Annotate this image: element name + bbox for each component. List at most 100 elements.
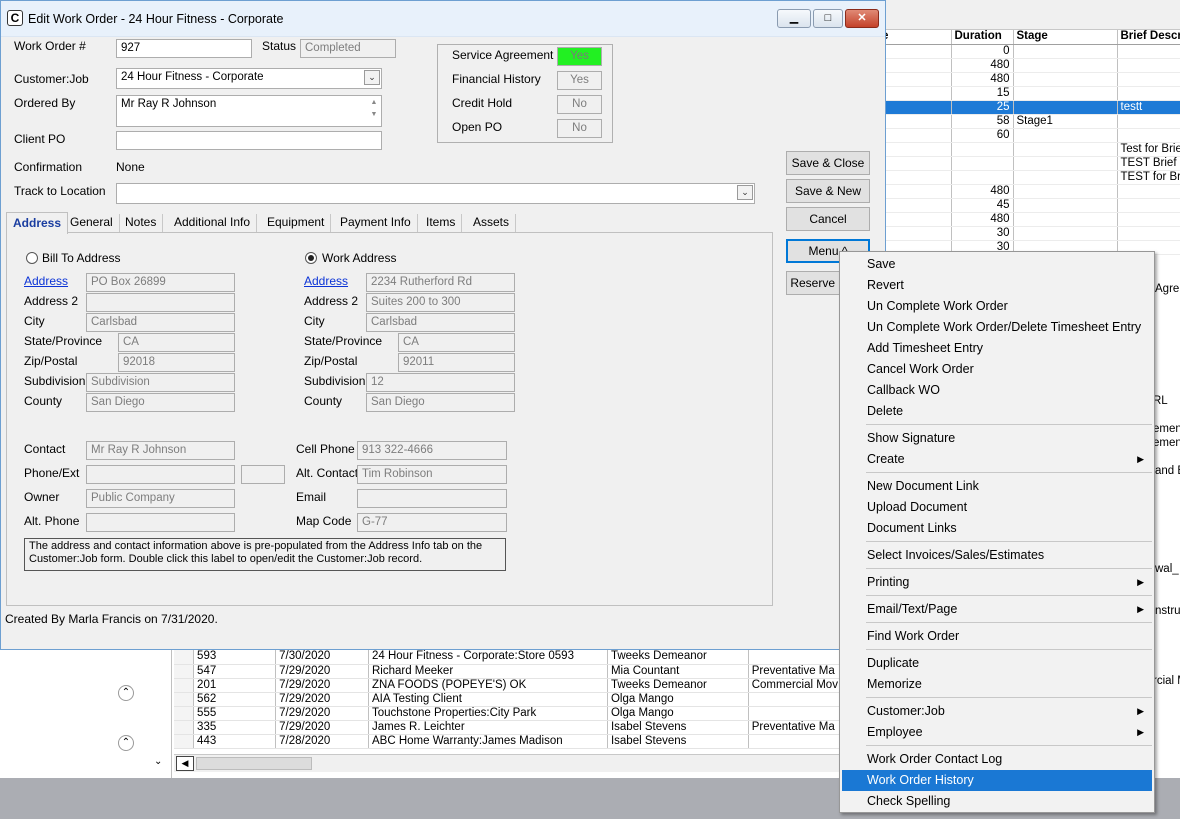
menu-item-employee[interactable]: Employee ▶: [842, 722, 1152, 743]
menu-item-memorize[interactable]: Memorize: [842, 674, 1152, 695]
chevron-down-icon[interactable]: ⌄: [364, 70, 380, 85]
cancel-button[interactable]: Cancel: [786, 207, 870, 231]
work-address-link[interactable]: Address: [304, 274, 348, 288]
menu-item-label: Customer:Job: [867, 704, 945, 718]
grid-row[interactable]: Test for Brief: [879, 142, 1180, 157]
address-info-note[interactable]: The address and contact information abov…: [24, 538, 506, 571]
bill-address-link[interactable]: Address: [24, 274, 68, 288]
collapse-icon[interactable]: ⌃: [118, 685, 134, 701]
ordered-by-field[interactable]: Mr Ray R Johnson ▲ ▼: [116, 95, 382, 127]
row-header[interactable]: [174, 678, 195, 693]
tab-items[interactable]: Items: [420, 214, 463, 232]
row-header[interactable]: [174, 720, 195, 735]
chevron-down-icon[interactable]: ⌄: [154, 756, 162, 767]
menu-item-check-spelling[interactable]: Check Spelling: [842, 791, 1152, 812]
menu-item-email-text-page[interactable]: Email/Text/Page ▶: [842, 599, 1152, 620]
menu-item-work-order-contact-log[interactable]: Work Order Contact Log: [842, 749, 1152, 770]
tab-assets[interactable]: Assets: [467, 214, 517, 232]
row-header[interactable]: [174, 650, 195, 665]
grid-row[interactable]: 15: [879, 86, 1180, 101]
close-button[interactable]: ✕: [845, 9, 879, 28]
menu-item-duplicate[interactable]: Duplicate: [842, 653, 1152, 674]
save-close-button[interactable]: Save & Close: [786, 151, 870, 175]
horizontal-scrollbar[interactable]: ◀: [174, 754, 842, 772]
scroll-left-icon[interactable]: ◀: [176, 756, 194, 771]
tab-general[interactable]: General: [64, 214, 120, 232]
collapse-icon[interactable]: ⌃: [118, 735, 134, 751]
customer-job-select[interactable]: 24 Hour Fitness - Corporate ⌄: [116, 68, 382, 89]
menu-item-un-complete-work-order[interactable]: Un Complete Work Order: [842, 296, 1152, 317]
grid-row[interactable]: 480: [879, 212, 1180, 227]
chevron-down-icon[interactable]: ⌄: [737, 185, 753, 200]
menu-item-printing[interactable]: Printing ▶: [842, 572, 1152, 593]
grid-row[interactable]: 480: [879, 58, 1180, 73]
menu-item-customer-job[interactable]: Customer:Job ▶: [842, 701, 1152, 722]
list-row[interactable]: 555 7/29/2020 Touchstone Properties:City P…: [174, 706, 842, 721]
menu-item-find-work-order[interactable]: Find Work Order: [842, 626, 1152, 647]
background-list-table: 593 7/30/2020 24 Hour Fitness - Corporate:…: [174, 650, 842, 749]
list-row[interactable]: 593 7/30/2020 24 Hour Fitness - Corporate:…: [174, 650, 842, 665]
menu-item-upload-document[interactable]: Upload Document: [842, 497, 1152, 518]
grid-row[interactable]: 0: [879, 44, 1180, 59]
grid-header[interactable]: e: [879, 30, 952, 45]
menu-item-label: Printing: [867, 575, 910, 589]
track-location-select[interactable]: ⌄: [116, 183, 755, 204]
grid-row[interactable]: TEST for Brie: [879, 170, 1180, 185]
menu-item-cancel-work-order[interactable]: Cancel Work Order: [842, 359, 1152, 380]
tab-notes[interactable]: Notes: [119, 214, 164, 232]
address-tab-panel: Bill To Address Work Address Address PO …: [6, 232, 773, 606]
maximize-button[interactable]: □: [813, 9, 843, 28]
menu-item-callback-wo[interactable]: Callback WO: [842, 380, 1152, 401]
list-row[interactable]: 562 7/29/2020 AIA Testing Client Olga Mango: [174, 692, 842, 707]
work-address-radio[interactable]: [305, 252, 317, 264]
menu-item-select-invoices-sales-estimates[interactable]: Select Invoices/Sales/Estimates: [842, 545, 1152, 566]
row-header[interactable]: [174, 734, 195, 749]
minimize-button[interactable]: ▁: [777, 9, 811, 28]
grid-row[interactable]: TEST Brief De: [879, 156, 1180, 171]
tab-equipment[interactable]: Equipment: [261, 214, 332, 232]
menu-item-new-document-link[interactable]: New Document Link: [842, 476, 1152, 497]
scrollbar-thumb[interactable]: [196, 757, 312, 770]
menu-item-work-order-history[interactable]: Work Order History: [842, 770, 1152, 791]
reserve-button[interactable]: Reserve I: [786, 271, 846, 295]
grid-row[interactable]: 60: [879, 128, 1180, 143]
grid-cell: [1117, 128, 1180, 143]
menu-item-show-signature[interactable]: Show Signature: [842, 428, 1152, 449]
menu-item-save[interactable]: Save: [842, 254, 1152, 275]
grid-row[interactable]: 45: [879, 198, 1180, 213]
list-cell: Richard Meeker: [368, 664, 608, 679]
grid-row[interactable]: 58 Stage1: [879, 114, 1180, 129]
grid-header-duration[interactable]: Duration: [951, 30, 1014, 45]
list-row[interactable]: 443 7/28/2020 ABC Home Warranty:James Madi…: [174, 734, 842, 749]
grid-row[interactable]: 25 testt: [879, 100, 1180, 115]
grid-row[interactable]: 480: [879, 184, 1180, 199]
menu-item-revert[interactable]: Revert: [842, 275, 1152, 296]
textarea-scroll-icon[interactable]: ▲ ▼: [368, 97, 380, 121]
list-row[interactable]: 547 7/29/2020 Richard Meeker Mia Countant Pr…: [174, 664, 842, 679]
tab-payment-info[interactable]: Payment Info: [334, 214, 418, 232]
menu-item-add-timesheet-entry[interactable]: Add Timesheet Entry: [842, 338, 1152, 359]
list-row[interactable]: 335 7/29/2020 James R. Leichter Isabel Stev…: [174, 720, 842, 735]
menu-separator: [866, 649, 1152, 650]
work-order-field[interactable]: 927: [116, 39, 252, 58]
menu-item-create[interactable]: Create ▶: [842, 449, 1152, 470]
save-new-button[interactable]: Save & New: [786, 179, 870, 203]
menu-item-delete[interactable]: Delete: [842, 401, 1152, 422]
work-order-label: Work Order #: [14, 39, 86, 53]
grid-header-stage[interactable]: Stage: [1013, 30, 1118, 45]
row-header[interactable]: [174, 664, 195, 679]
menu-item-document-links[interactable]: Document Links: [842, 518, 1152, 539]
row-header[interactable]: [174, 692, 195, 707]
menu-item-un-complete-work-order-delete-timesheet-entry[interactable]: Un Complete Work Order/Delete Timesheet …: [842, 317, 1152, 338]
grid-header-brief[interactable]: Brief Descr: [1117, 30, 1180, 45]
work-address-label: Work Address: [322, 251, 397, 265]
client-po-field[interactable]: [116, 131, 382, 150]
row-header[interactable]: [174, 706, 195, 721]
tab-additional-info[interactable]: Additional Info: [168, 214, 258, 232]
list-row[interactable]: 201 7/29/2020 ZNA FOODS (POPEYE'S) OK Tweek…: [174, 678, 842, 693]
grid-row[interactable]: 30: [879, 226, 1180, 241]
list-cell: Preventative Ma: [748, 664, 842, 679]
tab-address[interactable]: Address: [6, 212, 69, 234]
grid-row[interactable]: 480: [879, 72, 1180, 87]
bill-to-radio[interactable]: [26, 252, 38, 264]
